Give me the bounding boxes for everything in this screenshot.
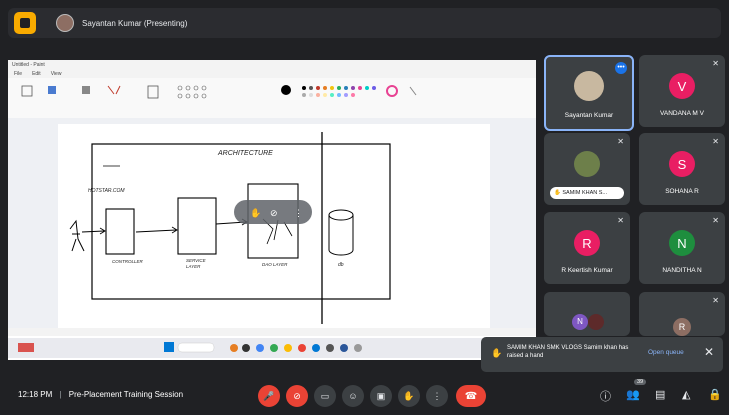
svg-text:✋: ✋ [250, 207, 261, 218]
title-separator: | [59, 390, 62, 399]
clock-time: 12:18 PM [18, 390, 53, 399]
participant-tile[interactable]: N [544, 292, 630, 336]
meet-logo-icon [14, 12, 36, 34]
paint-menu-file[interactable]: File [14, 71, 22, 77]
close-icon[interactable]: ✕ [704, 345, 714, 359]
presentation-bar: Sayantan Kumar (Presenting) [8, 8, 721, 38]
camera-toggle-button[interactable]: ⊘ [286, 385, 308, 407]
drawing-title: ARCHITECTURE [218, 150, 273, 157]
presenter-avatar [56, 14, 74, 32]
emoji-reactions-button[interactable]: ☺ [342, 385, 364, 407]
leave-call-button[interactable]: ☎ [456, 385, 486, 407]
participant-tile[interactable]: ••• Sayantan Kumar [544, 55, 634, 131]
architecture-drawing: ✋ ⊘ ⋮ [69, 132, 391, 324]
paint-ribbon [8, 78, 536, 119]
paint-canvas[interactable]: ✋ ⊘ ⋮ ARCHITECTURE HOTSTAR.COM CONTROLLE… [58, 124, 490, 330]
participant-name: R Keertish Kumar [561, 267, 613, 274]
paint-title-bar: Untitled - Paint [8, 60, 536, 69]
svg-text:⊘: ⊘ [270, 208, 278, 218]
paint-status-bar [8, 328, 536, 336]
participant-name: VANDANA M V [660, 110, 704, 117]
participant-tile[interactable]: ✕ N NANDITHA N [639, 212, 725, 284]
open-queue-link[interactable]: Open queue [648, 349, 684, 356]
paint-menu-edit[interactable]: Edit [32, 71, 41, 77]
ribbon-tools [21, 85, 417, 99]
paint-menu-bar: File Edit View [8, 69, 536, 78]
more-options-icon[interactable]: ••• [615, 62, 627, 74]
more-options-button[interactable]: ⋮ [426, 385, 448, 407]
meeting-controls-bar: 12:18 PM | Pre-Placement Training Sessio… [0, 378, 729, 415]
drawing-label-hotstar: HOTSTAR.COM [88, 188, 125, 194]
chat-icon[interactable]: ▤ [655, 388, 665, 401]
windows-taskbar [8, 338, 536, 358]
participant-name: SAMIM KHAN S... [562, 190, 608, 196]
meeting-time-and-title: 12:18 PM | Pre-Placement Training Sessio… [18, 390, 183, 399]
participant-avatar: V [669, 73, 695, 99]
mic-off-icon: ✕ [617, 137, 624, 146]
present-screen-button[interactable]: ▣ [370, 385, 392, 407]
participant-tile[interactable]: ✕ V VANDANA M V [639, 55, 725, 127]
shared-screen: Untitled - Paint File Edit View ✋ ⊘ ⋮ AR… [8, 60, 536, 360]
participant-photo [588, 314, 604, 330]
paint-menu-view[interactable]: View [51, 71, 62, 77]
participant-avatar: S [669, 151, 695, 177]
meeting-title: Pre-Placement Training Session [68, 390, 184, 399]
notification-message: SAMIM KHAN SMK VLOGS Samim khan has rais… [507, 345, 629, 359]
raised-hand-badge: ✋ SAMIM KHAN S... [550, 187, 624, 199]
participant-avatar: R [673, 318, 691, 336]
taskbar-icons [18, 342, 362, 353]
microphone-toggle-button[interactable]: 🎤 [258, 385, 280, 407]
participant-avatar: N [572, 314, 588, 330]
mic-off-icon: ✕ [617, 216, 624, 225]
drawing-label-db: db [338, 262, 344, 268]
mic-off-icon: ✕ [712, 137, 719, 146]
participant-name: NANDITHA N [662, 267, 702, 274]
participant-name: Sayantan Kumar [564, 112, 614, 119]
mic-off-icon: ✕ [712, 296, 719, 305]
participant-name: SOHANA R [665, 188, 699, 195]
mic-off-icon: ✕ [712, 59, 719, 68]
participant-avatar: R [574, 230, 600, 256]
participant-tile[interactable]: ✕ R [639, 292, 725, 336]
people-icon[interactable]: 👥 [626, 388, 640, 401]
participant-tile[interactable]: ✕ S SOHANA R [639, 133, 725, 205]
raise-hand-button[interactable]: ✋ [398, 385, 420, 407]
hand-icon: ✋ [491, 348, 503, 358]
drawing-label-service: SERVICE LAYER [186, 258, 206, 269]
raised-hand-notification: ✋ SAMIM KHAN SMK VLOGS Samim khan has ra… [481, 337, 723, 372]
participant-photo [574, 71, 604, 101]
participant-photo [574, 151, 600, 177]
activities-icon[interactable]: ◭ [682, 388, 690, 401]
paint-window-title: Untitled - Paint [12, 61, 45, 68]
paint-canvas-area: ✋ ⊘ ⋮ ARCHITECTURE HOTSTAR.COM CONTROLLE… [8, 118, 536, 334]
presenter-label: Sayantan Kumar (Presenting) [82, 18, 188, 28]
participant-avatar: N [669, 230, 695, 256]
drawing-label-dao: DAO LAYER [262, 262, 288, 267]
mic-off-icon: ✕ [712, 216, 719, 225]
meeting-info-icon[interactable]: ⓘ [600, 388, 611, 404]
participant-tile[interactable]: ✕ R R Keertish Kumar [544, 212, 630, 284]
people-count-badge: 39 [634, 379, 647, 385]
svg-text:⋮: ⋮ [294, 208, 303, 218]
captions-button[interactable]: ▭ [314, 385, 336, 407]
host-controls-icon[interactable]: 🔒 [708, 388, 722, 401]
drawing-label-controller: CONTROLLER [112, 259, 143, 264]
participant-tile[interactable]: ✕ ✋ SAMIM KHAN S... [544, 133, 630, 205]
